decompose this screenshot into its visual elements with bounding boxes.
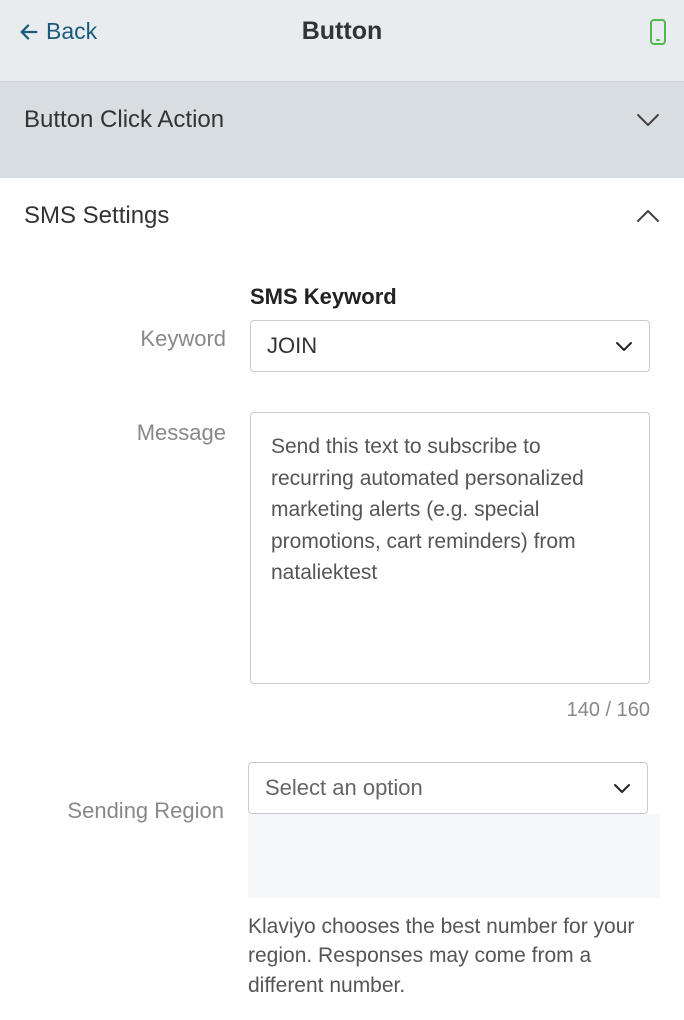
keyword-sublabel: SMS Keyword (250, 284, 650, 310)
keyword-row: Keyword SMS Keyword JOIN (24, 284, 660, 372)
section-sms-settings[interactable]: SMS Settings (0, 178, 684, 254)
sms-settings-body: Keyword SMS Keyword JOIN Message 140 / 1… (0, 254, 684, 1020)
header-bar: Back Button (0, 0, 684, 82)
phone-icon[interactable] (650, 19, 666, 45)
arrow-left-icon (18, 21, 40, 43)
chevron-down-icon (615, 341, 633, 352)
sending-region-row: Sending Region Select an option Klaviyo … (24, 762, 660, 1000)
message-textarea[interactable] (250, 412, 650, 684)
sending-region-label: Sending Region (24, 762, 248, 824)
sending-region-select[interactable]: Select an option (248, 762, 648, 814)
section-title: Button Click Action (24, 106, 224, 134)
chevron-up-icon (636, 209, 660, 223)
message-label: Message (24, 412, 250, 446)
back-label: Back (46, 18, 97, 45)
keyword-label: Keyword (24, 284, 250, 352)
keyword-select[interactable]: JOIN (250, 320, 650, 372)
sending-region-help: Klaviyo chooses the best number for your… (248, 912, 648, 1000)
char-count: 140 / 160 (250, 699, 650, 722)
section-click-action[interactable]: Button Click Action (0, 82, 684, 178)
back-button[interactable]: Back (18, 18, 97, 45)
message-row: Message 140 / 160 (24, 412, 660, 722)
region-preview-box (248, 814, 660, 898)
section-title: SMS Settings (24, 202, 169, 230)
chevron-down-icon (636, 113, 660, 127)
sending-region-placeholder: Select an option (265, 775, 423, 801)
chevron-down-icon (613, 783, 631, 794)
keyword-value: JOIN (267, 333, 317, 359)
page-title: Button (302, 17, 383, 46)
